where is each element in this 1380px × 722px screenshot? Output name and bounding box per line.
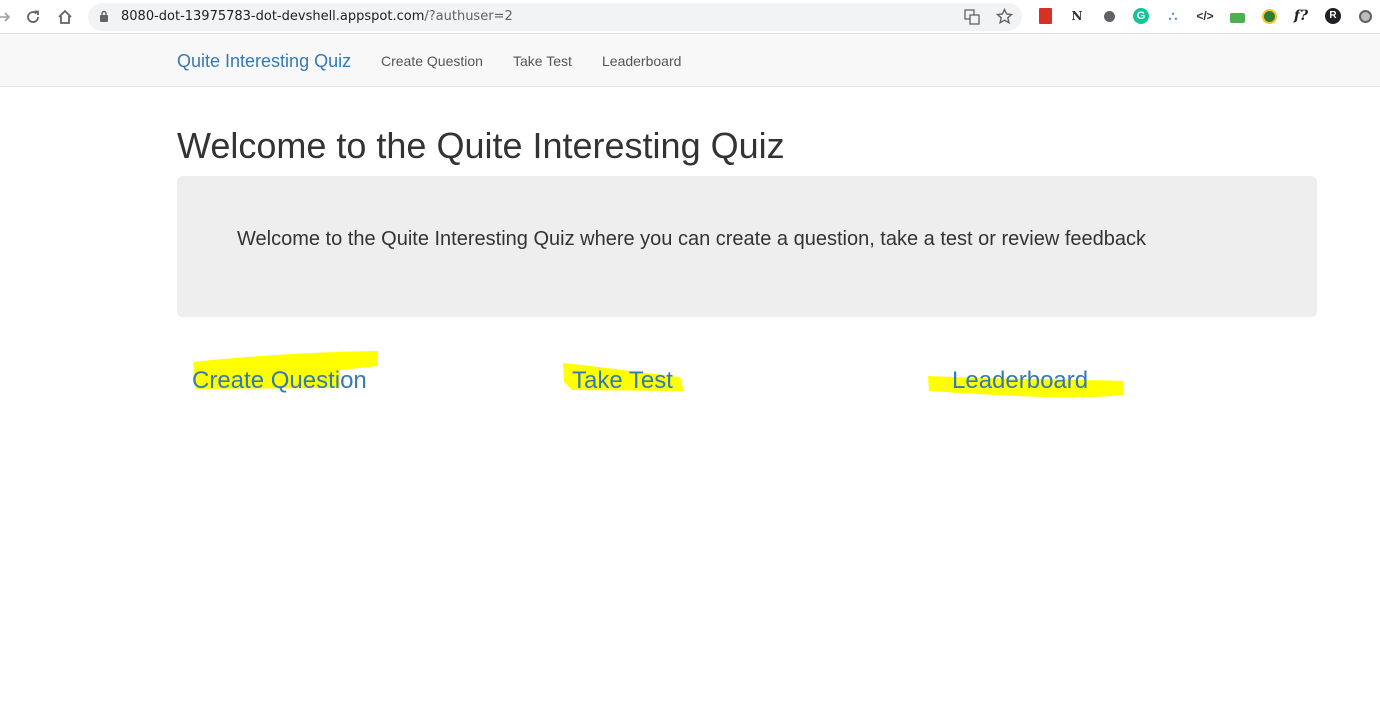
code-extension-icon[interactable]: </> [1196,7,1214,25]
app-navbar: Quite Interesting Quiz Create Question T… [0,35,1380,87]
reload-icon[interactable] [22,6,44,28]
home-icon[interactable] [54,6,76,28]
tray-extension-icon[interactable] [1228,7,1246,25]
welcome-jumbotron: Welcome to the Quite Interesting Quiz wh… [177,176,1317,317]
grammarly-icon[interactable]: G [1132,7,1150,25]
url-path: /?authuser=2 [424,9,513,24]
browser-toolbar: 8080-dot-13975783-dot-devshell.appspot.c… [0,0,1380,34]
translate-icon[interactable] [964,9,980,30]
forward-arrow-icon[interactable] [0,6,16,28]
globe-extension-icon[interactable] [1260,7,1278,25]
circle-extension-icon[interactable] [1356,7,1374,25]
create-question-link[interactable]: Create Question [192,367,367,395]
r-extension-icon[interactable]: R [1324,7,1342,25]
nav-create-question[interactable]: Create Question [381,53,483,69]
take-test-link[interactable]: Take Test [572,367,673,395]
url-host: 8080-dot-13975783-dot-devshell.appspot.c… [121,9,425,24]
nav-take-test[interactable]: Take Test [513,53,572,69]
navbar-brand[interactable]: Quite Interesting Quiz [177,51,351,72]
n-extension-icon[interactable]: N [1068,7,1086,25]
url-text: 8080-dot-13975783-dot-devshell.appspot.c… [121,9,513,24]
nav-leaderboard[interactable]: Leaderboard [602,53,681,69]
dots-extension-icon[interactable]: ∴ [1164,7,1182,25]
lock-icon [99,10,109,28]
bookmark-star-icon[interactable] [995,7,1014,30]
lightbulb-extension-icon[interactable] [1100,7,1118,25]
red-book-extension-icon[interactable] [1036,7,1054,25]
page-title: Welcome to the Quite Interesting Quiz [177,125,785,166]
address-bar[interactable]: 8080-dot-13975783-dot-devshell.appspot.c… [88,3,1022,31]
leaderboard-link[interactable]: Leaderboard [952,367,1088,395]
jumbotron-text: Welcome to the Quite Interesting Quiz wh… [237,228,1147,250]
function-extension-icon[interactable]: f? [1292,7,1310,25]
